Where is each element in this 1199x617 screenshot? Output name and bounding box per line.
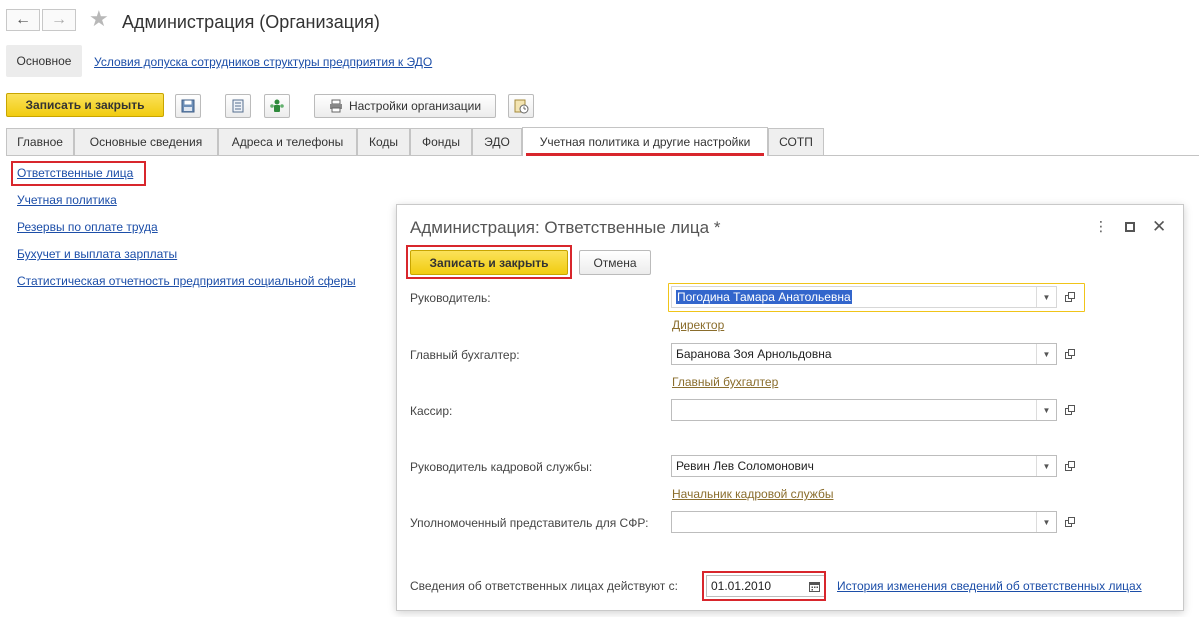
hr-head-value: Ревин Лев Соломонович: [676, 459, 814, 473]
maximize-square: [1125, 222, 1135, 232]
forward-button[interactable]: →: [42, 9, 76, 31]
back-button[interactable]: ←: [6, 9, 40, 31]
open-link-icon: [1064, 291, 1075, 302]
dialog-cancel-button[interactable]: Отмена: [579, 250, 651, 275]
open-link-icon: [1064, 516, 1075, 527]
report-clock-icon: [514, 99, 529, 114]
director-label: Руководитель:: [410, 291, 491, 305]
arrow-right-icon: →: [51, 11, 67, 28]
tab-addresses[interactable]: Адреса и телефоны: [218, 128, 357, 155]
history-link[interactable]: История изменения сведений об ответствен…: [837, 579, 1142, 593]
save-close-button[interactable]: Записать и закрыть: [6, 93, 164, 117]
arrow-left-icon: ←: [15, 11, 31, 28]
chief-accountant-value: Баранова Зоя Арнольдовна: [676, 347, 832, 361]
payroll-accounting-link[interactable]: Бухучет и выплата зарплаты: [17, 247, 177, 261]
sfr-representative-open-button[interactable]: [1061, 511, 1079, 533]
active-tab-underline: [526, 153, 764, 156]
tab-accounting-policy[interactable]: Учетная политика и другие настройки: [522, 127, 768, 156]
window-title: Администрация (Организация): [122, 12, 380, 32]
chevron-down-icon[interactable]: ▼: [1036, 287, 1056, 307]
tab-funds[interactable]: Фонды: [410, 128, 472, 155]
highlight-box: [406, 245, 572, 279]
payroll-reserves-link[interactable]: Резервы по оплате труда: [17, 220, 158, 234]
hr-head-field[interactable]: Ревин Лев Соломонович ▼: [671, 455, 1057, 477]
tab-label: ЭДО: [484, 135, 510, 149]
tab-main[interactable]: Главное: [6, 128, 74, 155]
tab-codes[interactable]: Коды: [357, 128, 410, 155]
sfr-representative-label: Уполномоченный представитель для СФР:: [410, 516, 649, 530]
cashier-open-button[interactable]: [1061, 399, 1079, 421]
chief-accountant-field[interactable]: Баранова Зоя Арнольдовна ▼: [671, 343, 1057, 365]
open-link-icon: [1064, 404, 1075, 415]
dialog-cancel-label: Отмена: [593, 255, 637, 270]
highlight-box: [11, 161, 146, 186]
tab-basic-info[interactable]: Основные сведения: [74, 128, 218, 155]
cashier-label: Кассир:: [410, 404, 453, 418]
save-button[interactable]: [175, 94, 201, 118]
tab-label: СОТП: [779, 135, 813, 149]
responsible-persons-dialog: Администрация: Ответственные лица * ⋮ ✕ …: [396, 204, 1184, 611]
tab-label: Основные сведения: [89, 135, 203, 149]
highlight-box: [702, 571, 826, 601]
tab-edo[interactable]: ЭДО: [472, 128, 522, 155]
printer-icon: [329, 99, 342, 113]
director-field[interactable]: Погодина Тамара Анатольевна ▼: [671, 286, 1057, 308]
tab-label: Коды: [368, 135, 399, 149]
chief-accountant-position-link[interactable]: Главный бухгалтер: [672, 375, 778, 389]
structure-button[interactable]: [264, 94, 290, 118]
hr-head-position-link[interactable]: Начальник кадровой службы: [672, 487, 833, 501]
open-link-icon: [1064, 348, 1075, 359]
director-open-button[interactable]: [1061, 286, 1079, 308]
chief-accountant-label: Главный бухгалтер:: [410, 348, 520, 362]
effective-date-label: Сведения об ответственных лицах действую…: [410, 579, 678, 593]
nav-main-button[interactable]: Основное: [6, 45, 82, 77]
hr-head-open-button[interactable]: [1061, 455, 1079, 477]
tab-sotp[interactable]: СОТП: [768, 128, 824, 155]
org-structure-icon: [270, 99, 284, 112]
statistical-reporting-link[interactable]: Статистическая отчетность предприятия со…: [17, 274, 356, 288]
accounting-policy-link[interactable]: Учетная политика: [17, 193, 117, 207]
nav-main-label: Основное: [16, 54, 72, 68]
edo-conditions-link[interactable]: Условия допуска сотрудников структуры пр…: [94, 55, 432, 69]
sfr-representative-field[interactable]: ▼: [671, 511, 1057, 533]
chevron-down-icon[interactable]: ▼: [1036, 512, 1056, 532]
cashier-field[interactable]: ▼: [671, 399, 1057, 421]
document-list-icon: [232, 99, 244, 113]
tab-label: Фонды: [421, 135, 461, 149]
chief-accountant-open-button[interactable]: [1061, 343, 1079, 365]
save-close-label: Записать и закрыть: [25, 98, 145, 112]
tab-label: Главное: [17, 135, 63, 149]
org-settings-label: Настройки организации: [348, 99, 482, 113]
tab-label: Адреса и телефоны: [231, 135, 344, 149]
tab-label: Учетная политика и другие настройки: [539, 135, 751, 149]
chevron-down-icon[interactable]: ▼: [1036, 344, 1056, 364]
open-link-icon: [1064, 460, 1075, 471]
chevron-down-icon[interactable]: ▼: [1036, 456, 1056, 476]
director-value: Погодина Тамара Анатольевна: [676, 290, 852, 304]
maximize-icon[interactable]: [1123, 220, 1137, 234]
favorite-star-icon[interactable]: ★: [89, 6, 109, 32]
floppy-icon: [181, 99, 195, 113]
dialog-title: Администрация: Ответственные лица *: [410, 218, 721, 237]
more-menu-icon[interactable]: ⋮: [1094, 218, 1108, 234]
close-icon[interactable]: ✕: [1152, 217, 1166, 237]
director-position-link[interactable]: Директор: [672, 318, 724, 332]
hr-head-label: Руководитель кадровой службы:: [410, 460, 593, 474]
report-button[interactable]: [508, 94, 534, 118]
org-settings-button[interactable]: Настройки организации: [314, 94, 496, 118]
list-button[interactable]: [225, 94, 251, 118]
chevron-down-icon[interactable]: ▼: [1036, 400, 1056, 420]
